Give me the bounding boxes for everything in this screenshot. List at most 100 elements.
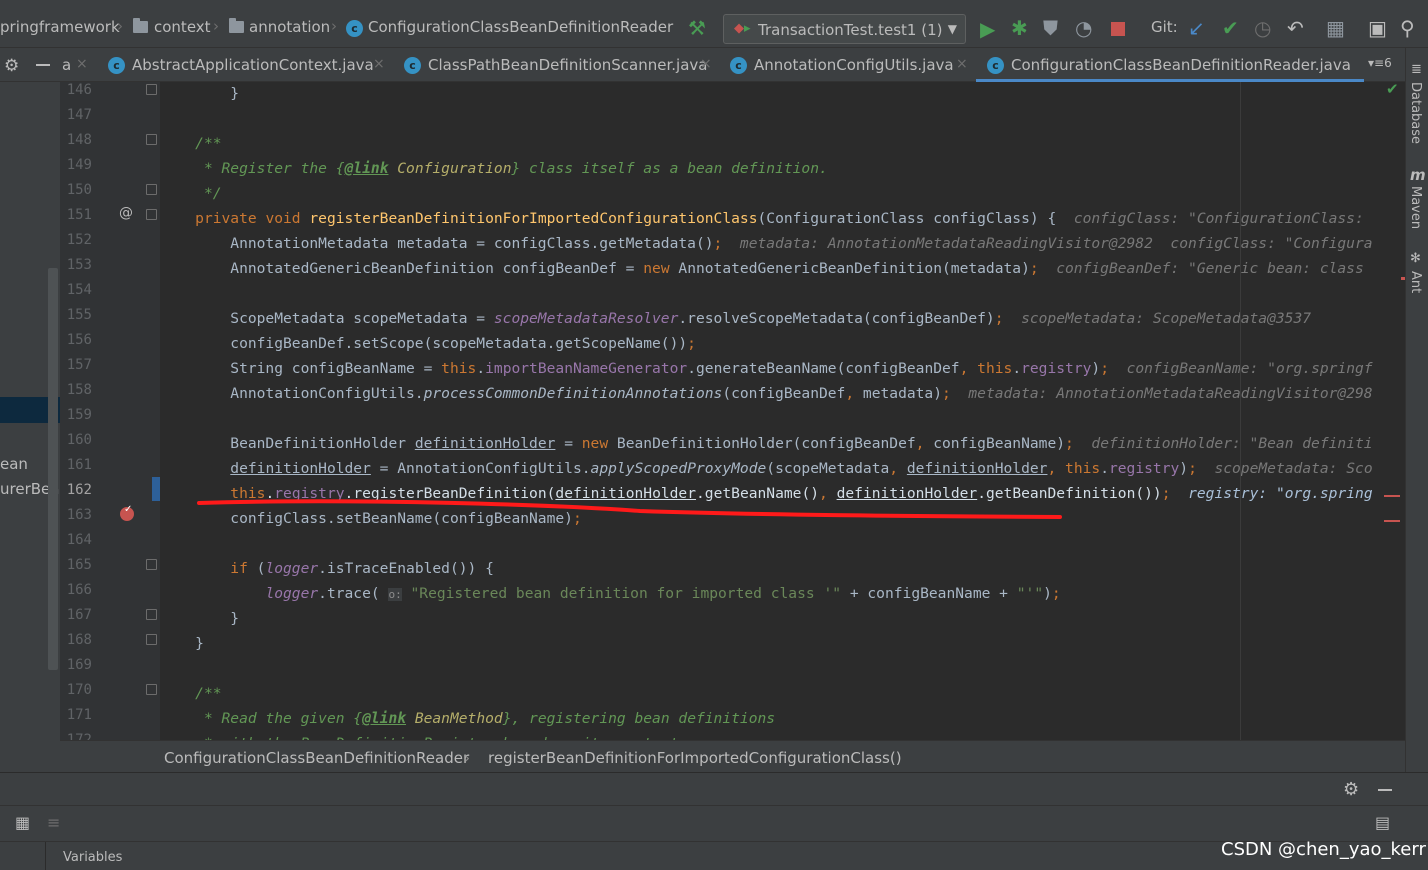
database-icon[interactable]: ≣ [1411, 62, 1422, 77]
ant-icon[interactable]: ✻ [1410, 251, 1421, 266]
tree-item[interactable]: ean [0, 455, 28, 473]
fold-marker[interactable] [146, 84, 157, 95]
code-line: */ [195, 185, 222, 202]
git-commit-icon[interactable]: ✔ [1222, 18, 1239, 38]
code-line: logger.trace( o: "Registered bean defini… [265, 585, 1061, 602]
coverage-shield-icon[interactable]: ⛊ [1043, 18, 1058, 38]
profiler-icon[interactable]: ◔ [1075, 18, 1092, 38]
line-number: 172 [66, 732, 92, 740]
line-number: 163 [66, 507, 92, 523]
breadcrumb-context[interactable]: context [154, 18, 211, 36]
run-configuration-select[interactable]: ◆ ▸ TransactionTest.test1 (1) ▼ [723, 14, 966, 44]
minimize-icon[interactable] [36, 64, 50, 66]
gear-icon[interactable]: ⚙ [1343, 779, 1359, 800]
error-stripe-marker[interactable] [1384, 520, 1400, 522]
line-number: 150 [66, 182, 92, 198]
git-label: Git: [1151, 18, 1178, 36]
breadcrumb-springframework[interactable]: pringframework [0, 18, 120, 36]
build-hammer-icon[interactable]: ⚒ [688, 18, 706, 38]
ant-tool-button[interactable]: Ant [1408, 271, 1423, 293]
frames-table-icon[interactable]: ▦ [15, 813, 30, 832]
line-number: 159 [66, 407, 92, 423]
rollback-icon[interactable]: ↶ [1287, 18, 1304, 38]
fold-marker[interactable] [146, 209, 157, 220]
code-line: } [160, 635, 204, 652]
code-line: /** [195, 135, 222, 152]
fold-marker[interactable] [146, 559, 157, 570]
override-at-icon[interactable]: @ [119, 205, 133, 221]
tabs-overflow[interactable]: ▾≡6 [1368, 56, 1392, 70]
tab-label: a [62, 56, 72, 74]
fold-marker[interactable] [146, 634, 157, 645]
stop-icon[interactable] [1111, 22, 1125, 36]
line-number: 153 [66, 257, 92, 273]
breadcrumb-class[interactable]: ConfigurationClassBeanDefinitionReader [368, 18, 673, 36]
debug-bug-icon[interactable]: ✱ [1011, 18, 1028, 38]
code-editor[interactable]: } /** * Register the {@link Configuratio… [160, 82, 1401, 740]
breadcrumb-separator: › [213, 17, 219, 35]
scrollbar[interactable] [48, 268, 58, 670]
tab-label: ClassPathBeanDefinitionScanner.java [428, 56, 708, 74]
line-number: 164 [66, 532, 92, 548]
layout-icon[interactable]: ▣ [1368, 18, 1387, 38]
tab-configuration-class-reader[interactable]: c ConfigurationClassBeanDefinitionReader… [987, 48, 1357, 82]
breadcrumb-annotation[interactable]: annotation [249, 18, 330, 36]
code-line: /** [195, 685, 222, 702]
code-line: AnnotationConfigUtils.processCommonDefin… [160, 385, 1373, 402]
editor-breadcrumb-bar: ConfigurationClassBeanDefinitionReader ›… [60, 740, 1405, 772]
tab-annotation-config-utils[interactable]: c AnnotationConfigUtils.java × [730, 48, 970, 82]
error-stripe-marker[interactable] [1384, 495, 1400, 497]
class-icon: c [108, 57, 125, 74]
breadcrumb-class[interactable]: ConfigurationClassBeanDefinitionReader [164, 749, 469, 767]
run-icon[interactable]: ▶ [980, 19, 995, 39]
breadcrumb-method[interactable]: registerBeanDefinitionForImportedConfigu… [488, 749, 902, 767]
maven-icon[interactable]: m [1410, 166, 1426, 184]
variables-label[interactable]: Variables [63, 850, 122, 865]
close-icon[interactable]: × [373, 56, 385, 72]
close-icon[interactable]: × [76, 56, 88, 72]
editor-gutter: 146 147 148 149 150 151 152 153 154 155 … [60, 82, 160, 740]
tree-item[interactable]: urerBean [0, 480, 69, 498]
fold-marker[interactable] [146, 134, 157, 145]
folder-icon [133, 18, 148, 33]
tab-a[interactable]: a × [60, 48, 98, 82]
line-number: 168 [66, 632, 92, 648]
close-icon[interactable]: × [956, 56, 968, 72]
tab-abstract-application-context[interactable]: c AbstractApplicationContext.java × [108, 48, 390, 82]
right-margin-guide [1240, 82, 1241, 740]
tab-label: AbstractApplicationContext.java [132, 56, 374, 74]
code-line: configBeanDef.setScope(scopeMetadata.get… [160, 335, 696, 352]
fold-marker[interactable] [146, 684, 157, 695]
code-line: BeanDefinitionHolder definitionHolder = … [160, 435, 1373, 452]
search-icon[interactable]: ⚲ [1400, 18, 1415, 38]
breadcrumb-separator: › [117, 17, 123, 35]
minimize-icon[interactable] [1378, 789, 1392, 791]
maven-tool-button[interactable]: Maven [1408, 186, 1423, 229]
inspection-ok-icon[interactable]: ✔ [1386, 80, 1399, 98]
database-tool-button[interactable]: Database [1408, 82, 1423, 144]
class-icon: c [404, 57, 421, 74]
history-clock-icon[interactable]: ◷ [1254, 18, 1271, 38]
project-tool-window: ean urerBean [0, 82, 69, 772]
right-tool-strip: ≣ Database m Maven ✻ Ant [1405, 48, 1428, 772]
class-icon: c [730, 57, 747, 74]
line-number: 151 [66, 207, 92, 223]
fold-marker[interactable] [146, 609, 157, 620]
fold-marker[interactable] [146, 184, 157, 195]
project-structure-icon[interactable]: ▦ [1326, 18, 1345, 38]
gear-icon[interactable]: ⚙ [4, 56, 19, 76]
code-line: * Read the given {@link BeanMethod}, reg… [195, 710, 776, 727]
code-line: String configBeanName = this.importBeanN… [160, 360, 1373, 377]
code-line: ScopeMetadata scopeMetadata = scopeMetad… [160, 310, 1312, 327]
git-update-icon[interactable]: ↙ [1188, 18, 1205, 38]
line-number: 154 [66, 282, 92, 298]
line-number-current: 162 [66, 482, 92, 498]
line-number: 155 [66, 307, 92, 323]
restore-layout-icon[interactable]: ▤ [1375, 813, 1390, 832]
close-icon[interactable]: × [700, 56, 712, 72]
line-number: 148 [66, 132, 92, 148]
threads-icon[interactable]: ≡ [47, 813, 60, 832]
tab-classpath-scanner[interactable]: c ClassPathBeanDefinitionScanner.java × [404, 48, 716, 82]
